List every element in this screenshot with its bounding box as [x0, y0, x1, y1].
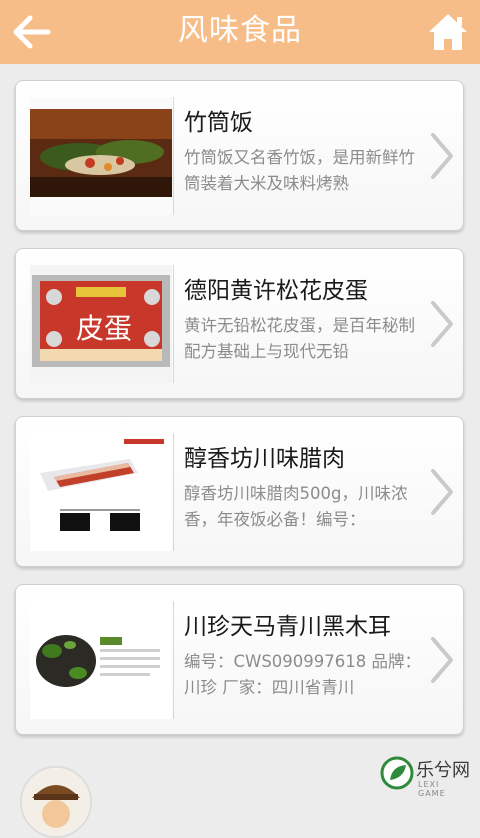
preserved-egg-image: 皮蛋 [30, 265, 172, 383]
chevron-right-icon [431, 637, 453, 683]
home-icon [429, 14, 467, 50]
avatar[interactable] [20, 766, 92, 838]
cartoon-chef-icon [22, 768, 90, 836]
chevron-right-icon [431, 133, 453, 179]
item-description: 竹筒饭又名香竹饭，是用新鲜竹筒装着大米及味料烤熟 [184, 148, 415, 193]
list-item[interactable]: 竹筒饭 竹筒饭又名香竹饭，是用新鲜竹筒装着大米及味料烤熟 [15, 80, 464, 231]
page-title: 风味食品 [178, 13, 302, 48]
item-title: 德阳黄许松花皮蛋 [184, 278, 368, 304]
list-item[interactable]: 川珍天马青川黑木耳 编号：CWS090997618 品牌：川珍 厂家：四川省青川 [15, 584, 464, 735]
home-button[interactable] [426, 10, 470, 54]
package-label-text: 皮蛋 [76, 312, 133, 345]
list-item[interactable]: 皮蛋 德阳黄许松花皮蛋 黄许无铅松花皮蛋，是百年秘制配方基础上与现代无铅 [15, 248, 464, 399]
chevron-right-icon [431, 469, 453, 515]
bamboo-rice-image [30, 97, 172, 215]
item-title: 川珍天马青川黑木耳 [184, 614, 391, 640]
cured-pork-image [30, 433, 172, 551]
thumb-divider [173, 433, 174, 551]
thumb-divider [173, 601, 174, 719]
item-title: 竹筒饭 [184, 110, 253, 136]
watermark-text: 乐兮网 [416, 760, 470, 781]
thumb-divider [173, 97, 174, 215]
item-description: 醇香坊川味腊肉500g，川味浓香，年夜饭必备！编号： [184, 484, 408, 529]
watermark-subtext: LEXI GAME [418, 780, 446, 798]
item-description: 编号：CWS090997618 品牌：川珍 厂家：四川省青川 [184, 652, 422, 697]
thumb-divider [173, 265, 174, 383]
item-description: 黄许无铅松花皮蛋，是百年秘制配方基础上与现代无铅 [184, 316, 415, 361]
list-item[interactable]: 醇香坊川味腊肉 醇香坊川味腊肉500g，川味浓香，年夜饭必备！编号： [15, 416, 464, 567]
top-bar: 风味食品 [0, 0, 480, 64]
item-title: 醇香坊川味腊肉 [184, 446, 345, 472]
black-fungus-image [30, 601, 172, 719]
leaf-logo-icon [380, 756, 414, 790]
site-watermark: 乐兮网 LEXI GAME [380, 754, 470, 798]
chevron-right-icon [431, 301, 453, 347]
